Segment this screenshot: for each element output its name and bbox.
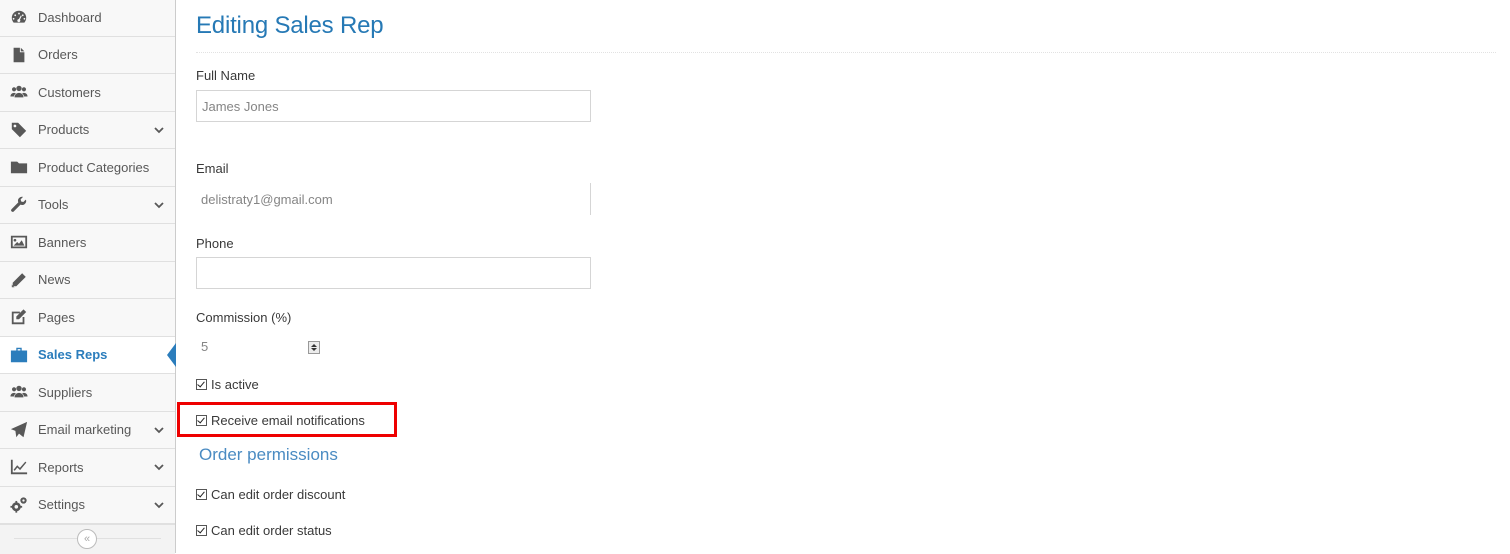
sidebar-item-label: News bbox=[38, 272, 71, 288]
dashboard-icon bbox=[9, 8, 29, 26]
briefcase-icon bbox=[9, 346, 29, 364]
file-icon bbox=[9, 46, 29, 64]
full-name-input[interactable] bbox=[196, 90, 591, 122]
line-chart-icon bbox=[9, 458, 29, 476]
commission-input[interactable]: 5 bbox=[196, 337, 326, 357]
permission-row: Can edit order status bbox=[196, 523, 332, 538]
permission-row: Can edit order discount bbox=[196, 487, 345, 502]
sidebar-item-label: Products bbox=[38, 122, 90, 138]
email-input[interactable] bbox=[196, 183, 591, 215]
pencil-icon bbox=[9, 271, 29, 289]
users-icon bbox=[9, 383, 29, 401]
commission-spinner[interactable] bbox=[308, 341, 320, 354]
double-chevron-left-icon: « bbox=[83, 532, 91, 545]
sidebar: Dashboard Orders Customers Products Product … bbox=[0, 0, 176, 553]
sidebar-item-dashboard[interactable]: Dashboard bbox=[0, 0, 175, 37]
commission-label: Commission (%) bbox=[196, 310, 292, 325]
can-edit-status-label: Can edit order status bbox=[211, 523, 332, 538]
chevron-down-icon[interactable] bbox=[153, 199, 165, 211]
folder-icon bbox=[9, 158, 29, 176]
sidebar-item-email-marketing[interactable]: Email marketing bbox=[0, 411, 175, 449]
page-title: Editing Sales Rep bbox=[196, 12, 384, 39]
sidebar-item-label: Product Categories bbox=[38, 159, 150, 175]
phone-input[interactable] bbox=[196, 257, 591, 289]
is-active-row: Is active bbox=[196, 377, 259, 392]
sidebar-collapse-bar: « bbox=[0, 524, 175, 554]
sidebar-item-label: Pages bbox=[38, 309, 75, 325]
gears-icon bbox=[9, 496, 29, 514]
spinner-up-icon[interactable] bbox=[311, 344, 317, 347]
paper-plane-icon bbox=[9, 421, 29, 439]
phone-label: Phone bbox=[196, 236, 234, 251]
sidebar-item-banners[interactable]: Banners bbox=[0, 224, 175, 262]
sidebar-item-pages[interactable]: Pages bbox=[0, 299, 175, 337]
sidebar-item-product-categories[interactable]: Product Categories bbox=[0, 149, 175, 187]
sidebar-item-settings[interactable]: Settings bbox=[0, 486, 175, 524]
sidebar-item-label: Sales Reps bbox=[38, 347, 108, 363]
full-name-label: Full Name bbox=[196, 68, 256, 83]
edit-icon bbox=[9, 308, 29, 326]
sidebar-item-label: Email marketing bbox=[38, 422, 132, 438]
sidebar-item-label: Tools bbox=[38, 197, 69, 213]
chevron-down-icon[interactable] bbox=[153, 424, 165, 436]
chevron-down-icon[interactable] bbox=[153, 461, 165, 473]
collapse-sidebar-button[interactable]: « bbox=[77, 529, 97, 549]
can-edit-discount-label: Can edit order discount bbox=[211, 487, 346, 502]
sidebar-item-label: Reports bbox=[38, 459, 84, 475]
sidebar-item-label: Settings bbox=[38, 497, 85, 513]
sidebar-item-orders[interactable]: Orders bbox=[0, 36, 175, 74]
can-edit-discount-checkbox[interactable] bbox=[196, 489, 207, 500]
highlight-annotation-box bbox=[177, 402, 397, 437]
is-active-checkbox[interactable] bbox=[196, 379, 207, 390]
chevron-down-icon[interactable] bbox=[153, 499, 165, 511]
sidebar-item-label: Banners bbox=[38, 234, 87, 250]
title-divider bbox=[196, 52, 1496, 53]
sidebar-item-products[interactable]: Products bbox=[0, 111, 175, 149]
sidebar-item-news[interactable]: News bbox=[0, 261, 175, 299]
is-active-label: Is active bbox=[211, 377, 259, 392]
sidebar-item-customers[interactable]: Customers bbox=[0, 74, 175, 112]
image-icon bbox=[9, 233, 29, 251]
sidebar-item-label: Orders bbox=[38, 47, 78, 63]
wrench-icon bbox=[9, 196, 29, 214]
email-label: Email bbox=[196, 161, 229, 176]
can-edit-status-checkbox[interactable] bbox=[196, 525, 207, 536]
sidebar-item-label: Dashboard bbox=[38, 9, 102, 25]
sidebar-item-label: Customers bbox=[38, 84, 101, 100]
commission-value: 5 bbox=[201, 339, 209, 354]
sidebar-item-suppliers[interactable]: Suppliers bbox=[0, 374, 175, 412]
tag-icon bbox=[9, 121, 29, 139]
sidebar-item-tools[interactable]: Tools bbox=[0, 186, 175, 224]
spinner-down-icon[interactable] bbox=[311, 348, 317, 351]
sidebar-item-label: Suppliers bbox=[38, 384, 93, 400]
sidebar-item-sales-reps[interactable]: Sales Reps bbox=[0, 336, 176, 374]
sidebar-item-reports[interactable]: Reports bbox=[0, 449, 175, 487]
users-icon bbox=[9, 83, 29, 101]
order-permissions-title: Order permissions bbox=[199, 445, 338, 464]
chevron-down-icon[interactable] bbox=[153, 124, 165, 136]
